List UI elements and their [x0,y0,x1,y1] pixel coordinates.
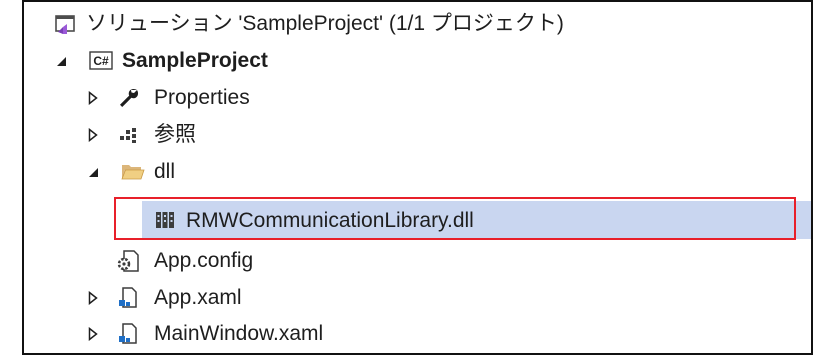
references-icon [116,122,142,148]
tree-item-label: dll [154,160,176,183]
tree-item-label: RMWCommunicationLibrary.dll [186,208,474,232]
tree-item-app-xaml[interactable]: App.xaml [24,279,811,316]
project-name: SampleProject [122,49,268,72]
tree-item-label: 参照 [154,123,196,146]
project-badge: C# [93,53,109,68]
solution-icon [52,11,78,37]
solution-row[interactable]: ソリューション 'SampleProject' (1/1 プロジェクト) [24,5,811,42]
collapsed-arrow-icon[interactable] [86,127,100,143]
tree-item-dll-folder[interactable]: dll [24,153,811,190]
config-file-icon [116,248,142,274]
collapsed-arrow-icon[interactable] [86,326,100,342]
expanded-arrow-icon[interactable] [86,164,100,180]
xaml-file-icon [116,285,142,311]
library-icon [152,207,178,233]
wrench-icon [116,85,142,111]
tree-item-label: MainWindow.xaml [154,322,324,345]
project-row[interactable]: C# SampleProject [24,42,811,79]
tree-item-label: App.xaml [154,286,242,309]
csharp-project-icon: C# [88,48,114,74]
tree-item-app-config[interactable]: App.config [24,242,811,279]
collapsed-arrow-icon[interactable] [86,290,100,306]
tree-item-mainwindow-xaml[interactable]: MainWindow.xaml [24,315,811,352]
tree-item-properties[interactable]: Properties [24,79,811,116]
tree-item-rmw-library[interactable]: RMWCommunicationLibrary.dll [142,201,811,239]
tree-item-references[interactable]: 参照 [24,116,811,153]
tree-item-label: App.config [154,249,254,272]
expanded-arrow-icon[interactable] [54,53,68,69]
solution-explorer-panel: ソリューション 'SampleProject' (1/1 プロジェクト) C# … [22,0,813,355]
folder-icon [120,159,146,185]
xaml-file-icon [116,321,142,347]
solution-label: ソリューション 'SampleProject' (1/1 プロジェクト) [86,12,564,35]
collapsed-arrow-icon[interactable] [86,90,100,106]
tree-item-label: Properties [154,86,250,109]
